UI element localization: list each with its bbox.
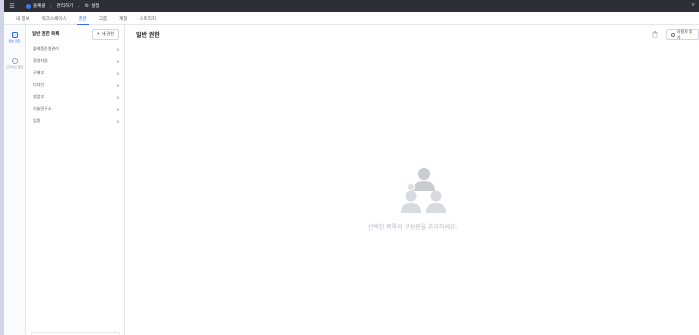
tab-workspace[interactable]: 워크스페이스: [36, 12, 73, 25]
list-item-count: 0: [116, 106, 119, 112]
trash-icon[interactable]: [652, 31, 658, 38]
list-item-count: 0: [116, 94, 119, 100]
list-title: 일반 권한 목록: [32, 31, 60, 36]
breadcrumb: 올체클 | 관리하기 › ⚙ 설정: [26, 3, 99, 9]
tab-permissions[interactable]: 권한: [73, 12, 93, 26]
main-content: 일반 권한 사용자 추가 선택된 목록의 구성원을 추가하세요.: [126, 25, 699, 335]
search-icon[interactable]: ⌕: [692, 2, 695, 9]
list-item-count: 0: [116, 58, 119, 64]
list-header: 일반 권한 목록 + 새 권한: [27, 25, 124, 43]
permission-list-panel: 일반 권한 목록 + 새 권한 플래폼운영관리 0 경영지원 0 구매부 0 디…: [27, 25, 125, 335]
empty-members-illustration: [401, 168, 446, 213]
gear-icon: ⚙: [84, 3, 90, 9]
rail-item-general-permission[interactable]: 일반 권한: [4, 25, 25, 51]
tab-accounts[interactable]: 계정: [113, 12, 133, 25]
drive-icon: [11, 58, 18, 64]
new-permission-label: 새 권한: [101, 31, 114, 36]
list-item[interactable]: 임원 0: [27, 115, 124, 127]
new-permission-button[interactable]: + 새 권한: [91, 28, 119, 40]
list-item-label: 디자인: [33, 82, 45, 87]
list-item[interactable]: 영업부 0: [27, 91, 124, 103]
list-item[interactable]: 구매부 0: [27, 67, 124, 79]
list-item-count: 0: [116, 70, 119, 76]
tab-storage[interactable]: 스토리지: [133, 12, 162, 25]
list-item-count: 0: [116, 82, 119, 88]
page-title: 일반 권한: [136, 33, 160, 39]
top-bar: ☰ 올체클 | 관리하기 › ⚙ 설정 ⌕: [4, 0, 699, 12]
list-item[interactable]: 경영지원 0: [27, 55, 124, 67]
tab-groups[interactable]: 그룹: [93, 12, 113, 25]
rail-item-drive-permission[interactable]: 드라이브 권한: [4, 51, 25, 77]
rail-item-label: 일반 권한: [8, 39, 21, 43]
hamburger-icon[interactable]: ☰: [4, 3, 20, 10]
rail-item-label: 드라이브 권한: [5, 65, 24, 69]
user-icon: [671, 32, 675, 37]
plus-icon: +: [96, 31, 100, 37]
app-name[interactable]: 올체클: [33, 3, 45, 9]
user-shield-icon: [11, 32, 18, 38]
permission-type-rail: 일반 권한 드라이브 권한: [4, 25, 26, 335]
app-logo-icon: [26, 3, 31, 9]
empty-state-message: 선택된 목록의 구성원을 추가하세요.: [367, 225, 458, 231]
list-item[interactable]: 플래폼운영관리 0: [27, 43, 124, 55]
list-item-label: 경영지원: [33, 58, 48, 63]
list-item[interactable]: 기술연구소 0: [27, 103, 124, 115]
add-user-button[interactable]: 사용자 추가: [666, 29, 699, 40]
list-item-label: 임원: [33, 118, 41, 123]
breadcrumb-divider: |: [50, 3, 52, 9]
list-item-count: 0: [116, 46, 119, 52]
list-item-label: 영업부: [33, 94, 45, 99]
list-item-count: 0: [116, 118, 119, 124]
chevron-right-icon: ›: [78, 3, 80, 9]
breadcrumb-item-settings[interactable]: 설정: [91, 3, 99, 9]
list-item-label: 구매부: [33, 70, 45, 75]
settings-tabs: 내 정보 워크스페이스 권한 그룹 계정 스토리지: [4, 12, 699, 26]
add-user-label: 사용자 추가: [676, 28, 693, 40]
list-item[interactable]: 디자인 0: [27, 79, 124, 91]
tab-my-info[interactable]: 내 정보: [10, 12, 36, 25]
list-item-label: 플래폼운영관리: [33, 46, 59, 51]
breadcrumb-item-manage[interactable]: 관리하기: [57, 3, 74, 9]
list-item-label: 기술연구소: [33, 106, 52, 111]
